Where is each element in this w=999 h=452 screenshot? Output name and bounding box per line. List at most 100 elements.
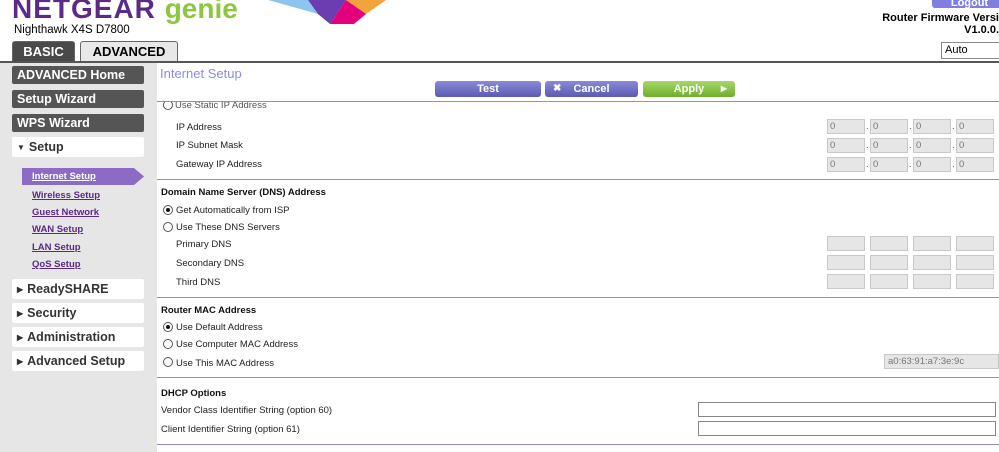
mac-computer-radio[interactable]: [163, 339, 173, 349]
vendor-class-input[interactable]: [698, 402, 996, 417]
apply-button[interactable]: Apply ▶: [643, 81, 735, 97]
close-icon: ✖: [553, 83, 562, 94]
subnet-mask-octet-3[interactable]: 0: [913, 138, 951, 153]
secondary-dns-label: Secondary DNS: [176, 258, 245, 269]
subnet-mask-octet-2[interactable]: 0: [870, 138, 908, 153]
sidebar-item-label: Setup: [28, 140, 64, 154]
sidebar-subitem-lan-setup[interactable]: LAN Setup: [32, 242, 81, 253]
octet-separator: .: [909, 140, 912, 151]
octet-separator: .: [866, 159, 869, 170]
genie-logo-shape-icon: [268, 0, 386, 24]
sidebar-subitem-label[interactable]: Internet Setup: [32, 171, 96, 182]
tab-basic[interactable]: BASIC: [12, 41, 75, 61]
mac-default-label: Use Default Address: [176, 322, 263, 333]
dns-manual-label: Use These DNS Servers: [176, 222, 280, 233]
mac-computer-label: Use Computer MAC Address: [176, 339, 298, 350]
chevron-right-icon: ▶: [17, 285, 24, 294]
octet-separator: .: [952, 121, 955, 132]
sidebar-item-administration[interactable]: ▶ Administration: [12, 327, 144, 347]
dhcp-section-title: DHCP Options: [161, 388, 227, 399]
octet-separator: .: [866, 140, 869, 151]
secondary-dns-octet-4[interactable]: [956, 255, 994, 270]
primary-dns-octet-3[interactable]: [913, 236, 951, 251]
octet-separator: .: [952, 159, 955, 170]
ip-address-octet-1[interactable]: 0: [827, 119, 865, 134]
gateway-octet-1[interactable]: 0: [827, 157, 865, 172]
client-identifier-label: Client Identifier String (option 61): [161, 424, 300, 435]
primary-dns-octet-1[interactable]: [827, 236, 865, 251]
gateway-ip-label: Gateway IP Address: [176, 159, 262, 170]
static-ip-radio[interactable]: [163, 102, 173, 110]
firmware-version-value: V1.0.0.: [964, 24, 999, 36]
third-dns-octet-4[interactable]: [956, 274, 994, 289]
secondary-dns-octet-2[interactable]: [870, 255, 908, 270]
chevron-right-icon: ▶: [17, 333, 24, 342]
third-dns-label: Third DNS: [176, 277, 221, 288]
sidebar-item-readyshare[interactable]: ▶ ReadySHARE: [12, 279, 144, 299]
octet-separator: .: [952, 140, 955, 151]
secondary-dns-octet-1[interactable]: [827, 255, 865, 270]
ip-address-octet-4[interactable]: 0: [956, 119, 994, 134]
chevron-down-icon: ▼: [17, 143, 25, 152]
sidebar-subitem-qos-setup[interactable]: QoS Setup: [32, 259, 81, 270]
chevron-right-icon: ▶: [720, 84, 727, 93]
sidebar-item-advanced-home[interactable]: ADVANCED Home: [12, 66, 144, 84]
secondary-dns-octet-3[interactable]: [913, 255, 951, 270]
test-button[interactable]: Test: [435, 81, 541, 97]
dns-auto-label: Get Automatically from ISP: [176, 205, 290, 216]
mac-section-title: Router MAC Address: [161, 305, 257, 316]
static-ip-label: Use Static IP Address: [175, 102, 267, 111]
sidebar-item-label: Administration: [27, 330, 116, 344]
section-divider: [157, 179, 999, 180]
router-model: Nighthawk X4S D7800: [14, 24, 130, 36]
octet-separator: .: [866, 121, 869, 132]
client-identifier-input[interactable]: [698, 421, 996, 436]
dns-section-title: Domain Name Server (DNS) Address: [161, 187, 326, 198]
chevron-right-icon: ▶: [17, 357, 24, 366]
sidebar-subitem-wireless-setup[interactable]: Wireless Setup: [32, 190, 100, 201]
sidebar-item-wps-wizard[interactable]: WPS Wizard: [12, 114, 144, 132]
sidebar-item-setup-wizard[interactable]: Setup Wizard: [12, 90, 144, 108]
section-divider: [157, 377, 999, 378]
logout-button[interactable]: Logout: [932, 0, 999, 9]
subnet-mask-octet-1[interactable]: 0: [827, 138, 865, 153]
cancel-button[interactable]: ✖ Cancel: [545, 81, 638, 97]
dns-auto-radio[interactable]: [163, 205, 173, 215]
sidebar-item-security[interactable]: ▶ Security: [12, 303, 144, 323]
dns-manual-radio[interactable]: [163, 222, 173, 232]
router-admin-page: NETGEAR genie Nighthawk X4S D7800 Logout…: [0, 0, 999, 452]
mac-address-input[interactable]: a0:63:91:a7:3e:9c: [884, 354, 999, 369]
sidebar-subitem-guest-network[interactable]: Guest Network: [32, 207, 99, 218]
firmware-version-label: Router Firmware Versi: [882, 12, 999, 24]
brand-genie: genie: [164, 0, 238, 24]
third-dns-octet-1[interactable]: [827, 274, 865, 289]
sidebar-item-setup[interactable]: ▼ Setup: [12, 137, 144, 157]
brand-name: NETGEAR: [12, 0, 156, 24]
mac-this-radio[interactable]: [163, 357, 173, 367]
chevron-right-icon: ▶: [17, 309, 24, 318]
page-title: Internet Setup: [160, 66, 242, 81]
gateway-octet-2[interactable]: 0: [870, 157, 908, 172]
vendor-class-label: Vendor Class Identifier String (option 6…: [161, 405, 333, 416]
ip-subnet-mask-label: IP Subnet Mask: [176, 140, 243, 151]
tab-advanced[interactable]: ADVANCED: [80, 41, 178, 61]
sidebar-item-label: Security: [27, 306, 77, 320]
sidebar-item-advanced-setup[interactable]: ▶ Advanced Setup: [12, 351, 144, 371]
sidebar-subitem-internet-setup[interactable]: Internet Setup: [22, 168, 144, 185]
third-dns-octet-3[interactable]: [913, 274, 951, 289]
gateway-octet-3[interactable]: 0: [913, 157, 951, 172]
subnet-mask-octet-4[interactable]: 0: [956, 138, 994, 153]
ip-address-octet-2[interactable]: 0: [870, 119, 908, 134]
third-dns-octet-2[interactable]: [870, 274, 908, 289]
primary-dns-octet-4[interactable]: [956, 236, 994, 251]
section-divider: [157, 444, 999, 445]
language-select[interactable]: Auto: [941, 42, 999, 59]
gateway-octet-4[interactable]: 0: [956, 157, 994, 172]
sidebar-item-label: ReadySHARE: [27, 282, 109, 296]
mac-default-radio[interactable]: [163, 322, 173, 332]
ip-address-octet-3[interactable]: 0: [913, 119, 951, 134]
primary-dns-octet-2[interactable]: [870, 236, 908, 251]
static-ip-row-clip: Use Static IP Address: [157, 102, 999, 116]
apply-button-label: Apply: [673, 83, 705, 95]
sidebar-subitem-wan-setup[interactable]: WAN Setup: [32, 224, 83, 235]
